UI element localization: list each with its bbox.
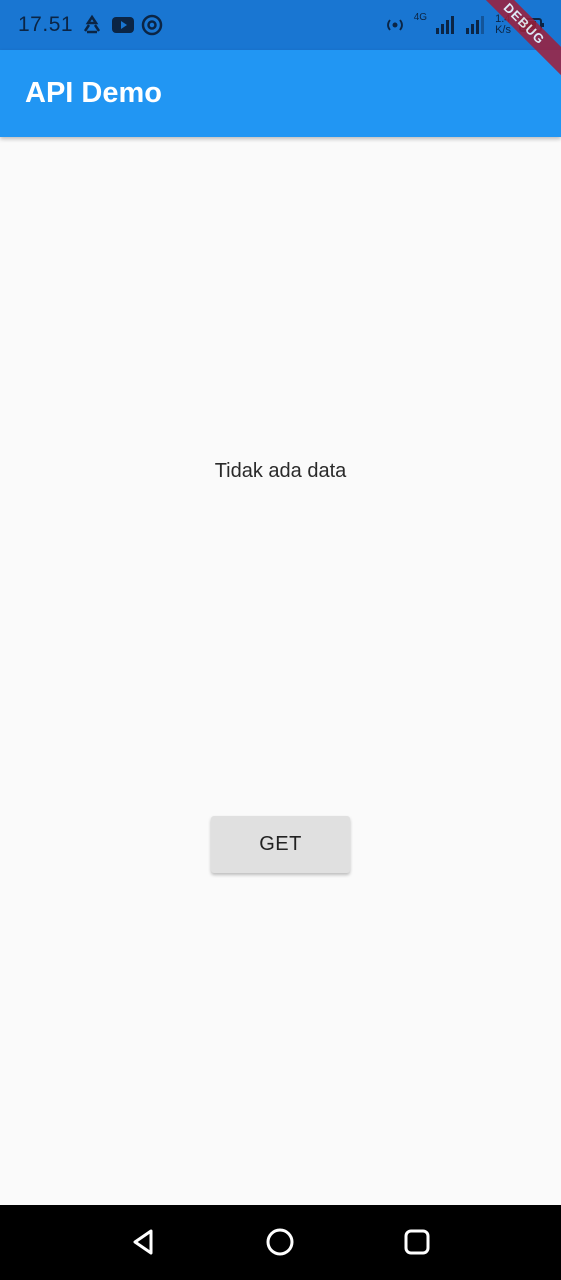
at-icon (141, 14, 163, 36)
navigation-bar (0, 1205, 561, 1280)
recents-icon[interactable] (402, 1227, 432, 1257)
debug-banner: DEBUG (471, 0, 561, 85)
status-time: 17.51 (18, 13, 74, 36)
back-icon[interactable] (129, 1227, 159, 1257)
get-button[interactable]: GET (211, 816, 350, 873)
signal-icon (435, 14, 457, 36)
empty-state-message: Tidak ada data (214, 460, 347, 482)
home-icon[interactable] (265, 1227, 295, 1257)
hotspot-icon (384, 14, 406, 36)
status-left: 17.51 (18, 13, 163, 37)
network-type: 4G (413, 12, 428, 23)
recycle-icon (81, 14, 103, 36)
app-title: API Demo (25, 77, 162, 109)
debug-banner-wrap: DEBUG (471, 0, 561, 90)
youtube-icon (111, 14, 135, 36)
